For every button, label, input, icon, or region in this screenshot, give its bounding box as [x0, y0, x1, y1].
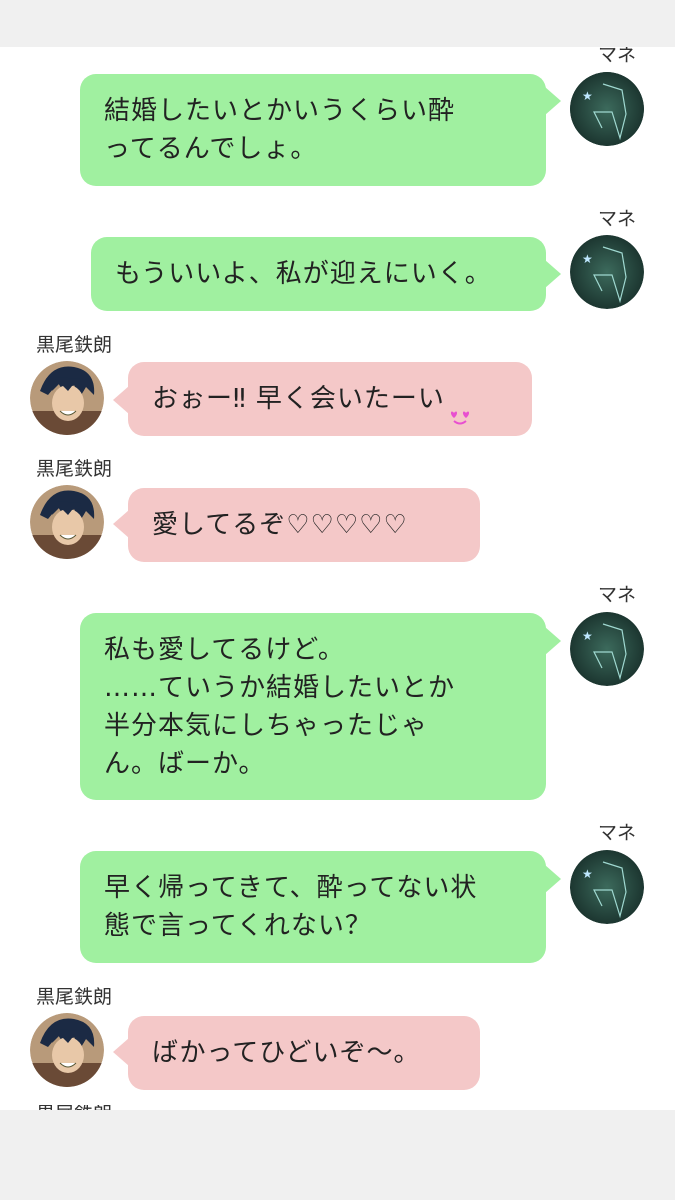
heart-eyes-emoji-icon — [449, 361, 471, 437]
svg-text:★: ★ — [582, 867, 593, 881]
bubble-tail — [545, 627, 561, 655]
self-avatar[interactable]: ★ — [570, 850, 644, 924]
contact-avatar[interactable] — [30, 485, 104, 559]
message-bubble[interactable]: もういいよ、私が迎えにいく。 — [91, 237, 546, 311]
sender-name: 黒尾鉄朗 — [36, 458, 113, 480]
svg-text:★: ★ — [582, 89, 593, 103]
chat-area[interactable]: マネ 結婚したいとかいうくらい酔 ってるんでしょ。 ★ マネ もういいよ、私が迎… — [0, 47, 675, 1110]
bubble-tail — [545, 87, 561, 115]
contact-avatar[interactable] — [30, 1013, 104, 1087]
sender-name: 黒尾鉄朗 — [36, 334, 113, 356]
message-bubble[interactable]: おぉー‼ 早く会いたーい — [128, 362, 532, 436]
sender-name: マネ — [598, 47, 637, 66]
svg-text:★: ★ — [582, 629, 593, 643]
self-avatar[interactable]: ★ — [570, 612, 644, 686]
message-bubble[interactable]: 愛してるぞ♡♡♡♡♡ — [128, 488, 480, 562]
bubble-tail — [113, 1038, 129, 1066]
message-text: おぉー‼ 早く会いたーい — [152, 384, 445, 414]
bubble-tail — [545, 865, 561, 893]
message-bubble[interactable]: ばかってひどいぞ〜。 — [128, 1016, 480, 1090]
self-avatar[interactable]: ★ — [570, 72, 644, 146]
bubble-tail — [545, 260, 561, 288]
message-bubble[interactable]: 結婚したいとかいうくらい酔 ってるんでしょ。 — [80, 74, 546, 186]
bubble-tail — [113, 510, 129, 538]
message-bubble[interactable]: 私も愛してるけど。 ……ていうか結婚したいとか 半分本気にしちゃったじゃ ん。ば… — [80, 613, 546, 800]
sender-name: マネ — [598, 584, 637, 606]
sender-name-clipped: 黒尾鉄朗 — [36, 1105, 112, 1110]
bubble-tail — [113, 386, 129, 414]
self-avatar[interactable]: ★ — [570, 235, 644, 309]
sender-name: マネ — [598, 208, 637, 230]
sender-name: 黒尾鉄朗 — [36, 986, 113, 1008]
contact-avatar[interactable] — [30, 361, 104, 435]
svg-text:★: ★ — [582, 252, 593, 266]
sender-name: マネ — [598, 822, 637, 844]
message-bubble[interactable]: 早く帰ってきて、酔ってない状 態で言ってくれない？ — [80, 851, 546, 963]
